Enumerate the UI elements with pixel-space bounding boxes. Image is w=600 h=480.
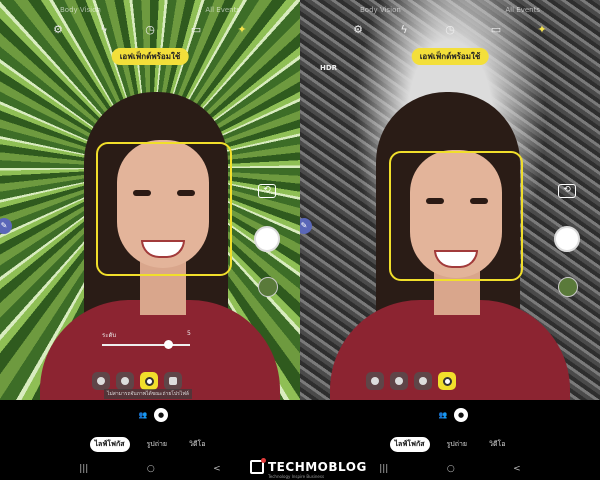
hdr-badge[interactable]: HDR	[320, 64, 337, 72]
flash-off-icon[interactable]: ϟ	[96, 22, 112, 38]
effect-options	[366, 372, 456, 390]
switch-camera-icon[interactable]: ⟲	[258, 184, 276, 198]
top-labels: Body Vision All Events	[300, 6, 600, 18]
recent-apps-icon[interactable]: |||	[79, 464, 88, 474]
tab-photo[interactable]: รูปถ่าย	[442, 437, 472, 452]
tab-video[interactable]: วิดีโอ	[184, 437, 210, 452]
effect-option-big-circle[interactable]	[116, 372, 134, 390]
aspect-ratio-icon[interactable]: ▭	[488, 22, 504, 38]
brand-name: TECHMOBLOG	[268, 460, 367, 474]
gallery-thumbnail[interactable]	[258, 277, 278, 297]
slider-track[interactable]	[102, 344, 190, 346]
tab-photo[interactable]: รูปถ่าย	[142, 437, 172, 452]
back-icon[interactable]: <	[213, 464, 221, 474]
effect-hint-text: ไม่สามารถจับภาพได้ขณะถ่ายโปรไฟล์	[104, 389, 192, 399]
top-label: All Events	[505, 6, 540, 14]
settings-icon[interactable]: ⚙	[50, 22, 66, 38]
camera-mode-tabs: ไลฟ์โฟกัส รูปถ่าย วิดีโอ	[0, 437, 300, 452]
top-label: All Events	[205, 6, 240, 14]
effects-icon[interactable]: ✦	[234, 22, 250, 38]
effect-ready-label: เอฟเฟ็กต์พร้อมใช้	[111, 48, 189, 65]
techmoblog-logo-icon	[250, 458, 266, 474]
slider-knob[interactable]	[164, 340, 173, 349]
effect-option-spin[interactable]	[140, 372, 158, 390]
back-icon[interactable]: <	[513, 464, 521, 474]
home-icon[interactable]: ○	[447, 464, 455, 474]
brand-tagline: Technology Inspire Business	[268, 474, 325, 479]
recent-apps-icon[interactable]: |||	[379, 464, 388, 474]
tab-live-focus[interactable]: ไลฟ์โฟกัส	[389, 437, 430, 452]
effect-ready-label: เอฟเฟ็กต์พร้อมใช้	[411, 48, 489, 65]
home-icon[interactable]: ○	[147, 464, 155, 474]
effect-option-color-point[interactable]	[438, 372, 456, 390]
group-selfie-icon[interactable]: 👥	[136, 408, 150, 422]
selfie-mode-toggle[interactable]: 👥 ●	[136, 408, 168, 422]
aspect-ratio-icon[interactable]: ▭	[188, 22, 204, 38]
flash-off-icon[interactable]: ϟ	[396, 22, 412, 38]
top-label: Body Vision	[60, 6, 101, 14]
techmoblog-watermark: TECHMOBLOG	[250, 458, 367, 474]
timer-icon[interactable]: ◷	[142, 22, 158, 38]
tab-live-focus[interactable]: ไลฟ์โฟกัส	[89, 437, 130, 452]
right-phone-screen: Body Vision All Events ⚙ ϟ ◷ ▭ ✦ เอฟเฟ็ก…	[300, 0, 600, 480]
effect-option-blur[interactable]	[92, 372, 110, 390]
timer-icon[interactable]: ◷	[442, 22, 458, 38]
single-selfie-icon[interactable]: ●	[454, 408, 468, 422]
slider-value: 5	[187, 330, 191, 337]
gallery-thumbnail[interactable]	[558, 277, 578, 297]
face-focus-box	[389, 151, 523, 281]
effect-options	[92, 372, 182, 390]
effect-option-zoom[interactable]	[164, 372, 182, 390]
switch-camera-icon[interactable]: ⟲	[558, 184, 576, 198]
effect-option-spin[interactable]	[414, 372, 432, 390]
camera-mode-tabs: ไลฟ์โฟกัส รูปถ่าย วิดีโอ	[300, 437, 600, 452]
effect-option-blur[interactable]	[366, 372, 384, 390]
slider-label: ระดับ	[102, 332, 117, 339]
top-label: Body Vision	[360, 6, 401, 14]
effect-option-big-circle[interactable]	[390, 372, 408, 390]
tab-video[interactable]: วิดีโอ	[484, 437, 510, 452]
shutter-button[interactable]	[554, 226, 580, 252]
effects-icon[interactable]: ✦	[534, 22, 550, 38]
camera-toolbar: ⚙ ϟ ◷ ▭ ✦	[50, 22, 250, 38]
face-focus-box	[96, 142, 232, 276]
single-selfie-icon[interactable]: ●	[154, 408, 168, 422]
blur-strength-slider[interactable]: ระดับ 5	[102, 330, 194, 352]
camera-toolbar: ⚙ ϟ ◷ ▭ ✦	[350, 22, 550, 38]
shutter-button[interactable]	[254, 226, 280, 252]
top-labels: Body Vision All Events	[0, 6, 300, 18]
selfie-mode-toggle[interactable]: 👥 ●	[436, 408, 468, 422]
settings-icon[interactable]: ⚙	[350, 22, 366, 38]
group-selfie-icon[interactable]: 👥	[436, 408, 450, 422]
left-phone-screen: Body Vision All Events ⚙ ϟ ◷ ▭ ✦ เอฟเฟ็ก…	[0, 0, 300, 480]
